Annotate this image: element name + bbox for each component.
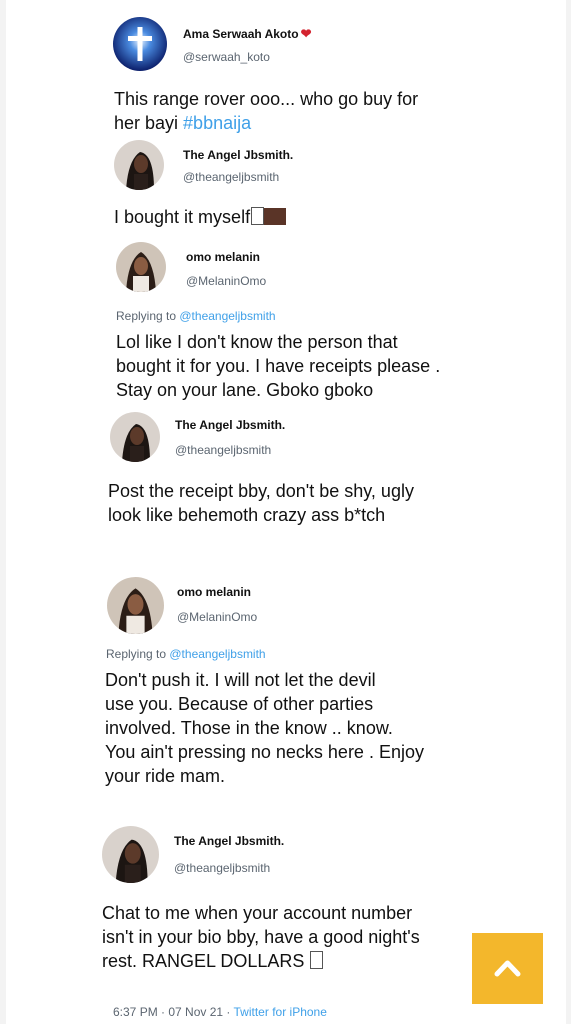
replying-to-link[interactable]: @theangeljbsmith bbox=[179, 309, 275, 323]
tweet-line: You ain't pressing no necks here . Enjoy bbox=[105, 742, 424, 762]
tweet-line: use you. Because of other parties bbox=[105, 694, 374, 714]
tweet-text: Don't push it. I will not let the devil … bbox=[105, 668, 424, 788]
profile-photo-avatar-icon bbox=[102, 826, 159, 883]
tweet-line: I bought it myself bbox=[114, 207, 251, 227]
avatar-ama-serwaah[interactable] bbox=[113, 17, 167, 71]
tweet-line-text: rest. RANGEL DOLLARS bbox=[102, 951, 305, 971]
tweet-line: isn't in your bio bby, have a good night… bbox=[102, 927, 420, 947]
tweet-line: Lol like I don't know the person that bbox=[116, 332, 398, 352]
display-name[interactable]: The Angel Jbsmith. bbox=[183, 148, 293, 162]
replying-to: Replying to @theangeljbsmith bbox=[116, 309, 276, 323]
replying-label: Replying to bbox=[116, 309, 180, 323]
tweet-meta: 6:37 PM · 07 Nov 21 · Twitter for iPhone bbox=[113, 1005, 327, 1019]
replying-to: Replying to @theangeljbsmith bbox=[106, 647, 266, 661]
missing-glyph-icon bbox=[251, 207, 265, 225]
display-name[interactable]: omo melanin bbox=[177, 585, 251, 599]
chevron-up-icon bbox=[494, 960, 521, 977]
tweet-line: look like behemoth crazy ass b*tch bbox=[108, 505, 386, 525]
avatar-angel[interactable] bbox=[102, 826, 159, 883]
display-name[interactable]: omo melanin bbox=[186, 250, 260, 264]
hashtag-link[interactable]: #bbnaija bbox=[183, 113, 251, 133]
avatar-omo-melanin[interactable] bbox=[107, 577, 164, 634]
glowing-cross-avatar-icon bbox=[113, 17, 167, 71]
tweet-line: bought it for you. I have receipts pleas… bbox=[116, 356, 441, 376]
user-handle[interactable]: @theangeljbsmith bbox=[183, 170, 279, 184]
tweet-line: Chat to me when your account number bbox=[102, 903, 413, 923]
tweet-text: This range rover ooo... who go buy for h… bbox=[114, 87, 418, 135]
tweet-line: Post the receipt bby, don't be shy, ugly bbox=[108, 481, 414, 501]
tweet-line: Stay on your lane. Gboko gboko bbox=[116, 380, 374, 400]
tweet-text: Chat to me when your account number isn'… bbox=[102, 901, 420, 973]
tweet-line-text: her bayi bbox=[114, 113, 184, 133]
profile-photo-avatar-icon bbox=[116, 242, 166, 292]
display-name[interactable]: The Angel Jbsmith. bbox=[175, 418, 285, 432]
display-name-text: Ama Serwaah Akoto bbox=[183, 27, 299, 41]
client-source-link[interactable]: Twitter for iPhone bbox=[234, 1005, 327, 1019]
avatar-angel[interactable] bbox=[110, 412, 160, 462]
tweet-line: your ride mam. bbox=[105, 766, 226, 786]
user-handle[interactable]: @serwaah_koto bbox=[183, 50, 270, 64]
user-handle[interactable]: @MelaninOmo bbox=[177, 610, 257, 624]
profile-photo-avatar-icon bbox=[107, 577, 164, 634]
missing-glyph-icon bbox=[310, 951, 324, 969]
avatar-angel[interactable] bbox=[114, 140, 164, 190]
display-name[interactable]: The Angel Jbsmith. bbox=[174, 834, 284, 848]
tweet-text: Post the receipt bby, don't be shy, ugly… bbox=[108, 479, 414, 527]
tweet-line: her bayi #bbnaija bbox=[114, 111, 418, 135]
timestamp[interactable]: 6:37 PM · 07 Nov 21 · bbox=[113, 1005, 234, 1019]
user-handle[interactable]: @MelaninOmo bbox=[186, 274, 266, 288]
tweet-text: I bought it myself bbox=[114, 205, 287, 229]
heart-icon: ❤ bbox=[300, 26, 312, 41]
profile-photo-avatar-icon bbox=[110, 412, 160, 462]
tweet-line: rest. RANGEL DOLLARS bbox=[102, 949, 420, 973]
scroll-to-top-button[interactable] bbox=[472, 933, 543, 1004]
brown-square-emoji-icon bbox=[264, 208, 287, 225]
screenshot-sheet: Ama Serwaah Akoto ❤ @serwaah_koto This ra… bbox=[6, 0, 566, 1024]
replying-label: Replying to bbox=[106, 647, 170, 661]
replying-to-link[interactable]: @theangeljbsmith bbox=[169, 647, 265, 661]
tweet-text: Lol like I don't know the person that bo… bbox=[116, 330, 440, 402]
display-name[interactable]: Ama Serwaah Akoto ❤ bbox=[183, 26, 312, 42]
tweet-line: involved. Those in the know .. know. bbox=[105, 718, 393, 738]
tweet-line: Don't push it. I will not let the devil bbox=[105, 670, 376, 690]
profile-photo-avatar-icon bbox=[114, 140, 164, 190]
avatar-omo-melanin[interactable] bbox=[116, 242, 166, 292]
user-handle[interactable]: @theangeljbsmith bbox=[175, 443, 271, 457]
tweet-line: This range rover ooo... who go buy for bbox=[114, 89, 419, 109]
user-handle[interactable]: @theangeljbsmith bbox=[174, 861, 270, 875]
